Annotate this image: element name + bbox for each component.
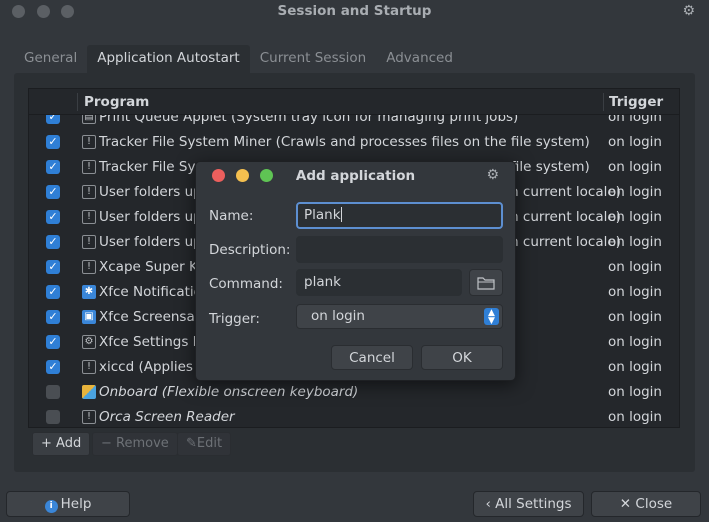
tab-advanced[interactable]: Advanced <box>376 45 463 73</box>
add-application-dialog: Add application ⚙ Name: Plank Descriptio… <box>195 161 516 381</box>
enable-checkbox[interactable]: ✓ <box>46 285 60 299</box>
edit-button[interactable]: ✎Edit <box>177 432 232 456</box>
enable-checkbox[interactable]: ✓ <box>46 260 60 274</box>
xfce-notification-icon: ✱ <box>82 285 96 299</box>
add-button-label: Add <box>56 436 82 451</box>
generic-app-icon: ! <box>82 210 96 224</box>
table-row[interactable]: ✓!Orca Screen Reader on login <box>29 405 679 427</box>
description-label: Description: <box>209 242 291 258</box>
enable-checkbox[interactable]: ✓ <box>46 135 60 149</box>
table-row[interactable]: ✓ Onboard (Flexible onscreen keyboard) on … <box>29 380 679 405</box>
window-title: Session and Startup <box>277 3 432 19</box>
remove-button-label: Remove <box>116 436 169 451</box>
help-button-label: Help <box>60 496 92 512</box>
trigger-select[interactable]: on login ▲ ▼ <box>296 304 503 329</box>
generic-app-icon: ! <box>82 260 96 274</box>
trigger-value: on login <box>608 359 662 375</box>
trigger-value: on login <box>608 259 662 275</box>
generic-app-icon: ! <box>82 360 96 374</box>
updown-arrows-icon: ▲ ▼ <box>484 308 499 326</box>
trigger-label: Trigger: <box>209 311 260 327</box>
trigger-value: on login <box>608 309 662 325</box>
window-titlebar: Session and Startup ⚙ <box>0 0 709 24</box>
trigger-value: on login <box>608 384 662 400</box>
text-caret <box>340 207 342 222</box>
header-separator <box>77 93 78 111</box>
browse-button[interactable] <box>469 269 503 296</box>
header-separator <box>603 93 604 111</box>
remove-button[interactable]: − Remove <box>92 432 178 456</box>
chevron-left-icon: ‹ <box>485 496 491 512</box>
trigger-value: on login <box>608 234 662 250</box>
help-button[interactable]: i Help <box>6 491 130 517</box>
enable-checkbox[interactable]: ✓ <box>46 385 60 399</box>
generic-app-icon: ! <box>82 235 96 249</box>
enable-checkbox[interactable]: ✓ <box>46 210 60 224</box>
folder-icon <box>477 277 495 290</box>
gear-icon[interactable]: ⚙ <box>486 167 499 183</box>
all-settings-button[interactable]: ‹ All Settings <box>473 491 584 517</box>
gear-icon[interactable]: ⚙ <box>682 3 695 19</box>
name-field[interactable]: Plank <box>296 202 503 229</box>
xfce-screensaver-icon: ▣ <box>82 310 96 324</box>
all-settings-label: All Settings <box>495 496 572 512</box>
ok-button[interactable]: OK <box>421 345 503 370</box>
description-field[interactable] <box>296 236 503 263</box>
close-button-label: Close <box>635 496 673 512</box>
trigger-value: on login <box>608 209 662 225</box>
dialog-title: Add application <box>295 168 416 184</box>
enable-checkbox[interactable]: ✓ <box>46 310 60 324</box>
close-icon: ✕ <box>619 496 632 512</box>
settings-gear-icon: ⚙ <box>82 335 96 349</box>
list-header: Program Trigger <box>29 89 679 115</box>
generic-app-icon: ! <box>82 410 96 424</box>
column-header-trigger[interactable]: Trigger <box>609 94 663 110</box>
enable-checkbox[interactable]: ✓ <box>46 185 60 199</box>
command-label: Command: <box>209 276 283 292</box>
enable-checkbox[interactable]: ✓ <box>46 235 60 249</box>
enable-checkbox[interactable]: ✓ <box>46 360 60 374</box>
column-header-program[interactable]: Program <box>84 94 149 110</box>
name-label: Name: <box>209 208 254 224</box>
minus-icon: − <box>101 436 112 451</box>
name-field-value: Plank <box>304 207 341 223</box>
enable-checkbox[interactable]: ✓ <box>46 410 60 424</box>
program-name: Tracker File System Miner (Crawls and pr… <box>99 134 590 150</box>
enable-checkbox[interactable]: ✓ <box>46 335 60 349</box>
generic-app-icon: ! <box>82 135 96 149</box>
tab-general[interactable]: General <box>14 45 87 73</box>
enable-checkbox[interactable]: ✓ <box>46 160 60 174</box>
cancel-button[interactable]: Cancel <box>331 345 413 370</box>
program-name: Orca Screen Reader <box>99 409 235 425</box>
command-field[interactable]: plank <box>296 269 462 296</box>
close-button[interactable]: ✕ Close <box>591 491 701 517</box>
generic-app-icon: ! <box>82 185 96 199</box>
trigger-value: on login <box>608 409 662 425</box>
trigger-value: on login <box>608 184 662 200</box>
onboard-keyboard-icon <box>82 385 96 399</box>
pencil-icon: ✎ <box>186 436 197 451</box>
table-row[interactable]: ✓!Tracker File System Miner (Crawls and … <box>29 130 679 155</box>
add-button[interactable]: + Add <box>32 432 91 456</box>
tab-application-autostart[interactable]: Application Autostart <box>87 45 250 73</box>
program-name: Onboard (Flexible onscreen keyboard) <box>99 384 359 400</box>
help-icon: i <box>44 500 58 513</box>
trigger-value: on login <box>608 159 662 175</box>
trigger-value: on login <box>608 284 662 300</box>
trigger-value: on login <box>608 334 662 350</box>
trigger-value: on login <box>608 134 662 150</box>
edit-button-label: Edit <box>196 436 223 451</box>
generic-app-icon: ! <box>82 160 96 174</box>
tab-bar: General Application Autostart Current Se… <box>14 45 463 73</box>
tab-current-session[interactable]: Current Session <box>250 45 377 73</box>
plus-icon: + <box>41 436 52 451</box>
trigger-select-value: on login <box>311 308 365 324</box>
